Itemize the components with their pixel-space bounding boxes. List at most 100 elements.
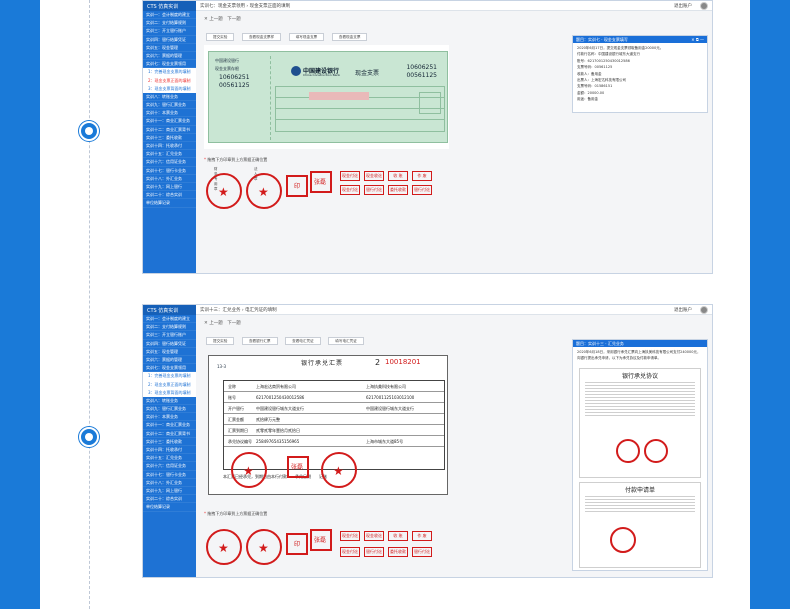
seal-label[interactable]: 收 账 [388, 171, 408, 181]
draft-row-left[interactable]: 贰零贰零年壹拾月贰拾日 [256, 425, 300, 436]
sidebar-item[interactable]: 实训六：票据的管理 [143, 356, 196, 365]
sidebar-subitem[interactable]: 2：现金支票正面的填制 [143, 380, 196, 389]
exit-button[interactable]: 退出账户 [674, 3, 692, 9]
draft-row[interactable]: 全称 上海宏达商贸有限公司 上海执美科技有限公司 [224, 381, 444, 392]
legal-seal-1[interactable]: 印 [286, 175, 308, 197]
tab-view-remit[interactable]: 查看电汇凭证 [285, 337, 321, 345]
sidebar-item[interactable]: 实训十九：网上银行 [143, 183, 196, 192]
sidebar-item[interactable]: 实训五：现金管理 [143, 348, 196, 356]
sidebar-item[interactable]: 实训十一：商业汇票业务 [143, 117, 196, 126]
finance-seal[interactable]: ★ [206, 529, 242, 565]
avatar[interactable] [700, 2, 708, 10]
question-nav[interactable]: ✕ 上一题 下一题 [204, 320, 241, 326]
draft-row-left[interactable]: 6217001250430012586 [256, 392, 304, 403]
sidebar-item[interactable]: 实训十八：外汇业务 [143, 175, 196, 183]
sidebar-item[interactable]: 实训十七：银行卡业务 [143, 167, 196, 175]
finance-seal[interactable]: ★ [231, 452, 267, 488]
seal-label[interactable]: 银行付讫 [412, 185, 432, 195]
tab-submit[interactable]: 提交实验 [206, 33, 235, 41]
draft-row-right[interactable]: 上海执美科技有限公司 [366, 381, 406, 392]
sidebar-item[interactable]: 实训十五：汇兑业务 [143, 150, 196, 159]
sidebar-item[interactable]: 实训九：银行汇票业务 [143, 405, 196, 414]
sidebar-item[interactable]: 实训八：转账业务 [143, 397, 196, 406]
seal-label[interactable]: 银行付讫 [412, 547, 432, 557]
sidebar-item[interactable]: 实训三：开立银行账户 [143, 331, 196, 340]
sidebar-item[interactable]: 实训十六：信用证业务 [143, 462, 196, 471]
sidebar-item[interactable]: 实训七：现金支票领用 [143, 60, 196, 69]
seal-label[interactable]: 委托收款 [388, 185, 408, 195]
sidebar-item[interactable]: 实训十五：汇兑业务 [143, 454, 196, 463]
sidebar-item[interactable]: 实训十三：委托收款 [143, 134, 196, 142]
tab-fill-cheque[interactable]: 填写现金支票 [288, 33, 325, 41]
exit-button[interactable]: 退出账户 [674, 307, 692, 313]
question-nav[interactable]: ✕ 上一题 下一题 [204, 16, 241, 22]
sidebar-item[interactable]: 实训十八：外汇业务 [143, 479, 196, 487]
sidebar-item[interactable]: 实训十三：委托收款 [143, 438, 196, 446]
sidebar-item[interactable]: 实训五：现金管理 [143, 44, 196, 52]
sidebar-item[interactable]: 实训十：本票业务 [143, 109, 196, 118]
sidebar-item[interactable]: 实训六：票据的管理 [143, 52, 196, 61]
seal-label[interactable]: 现金付讫 [340, 547, 360, 557]
sidebar-item[interactable]: 实训九：银行汇票业务 [143, 101, 196, 110]
sidebar-item[interactable]: 实训十一：商业汇票业务 [143, 421, 196, 430]
amount-field[interactable] [309, 92, 369, 100]
sidebar-item[interactable]: 实训十二：商业汇票背书 [143, 430, 196, 438]
sidebar-subitem[interactable]: 3：现金支票背面的填制 [143, 84, 196, 93]
sidebar-item[interactable]: 实训十九：网上银行 [143, 487, 196, 496]
finance-seal[interactable]: ★ [206, 173, 242, 209]
stamp-slot[interactable] [419, 92, 441, 114]
seal-label[interactable]: 作 废 [412, 171, 432, 181]
seal-label[interactable]: 现金付讫 [340, 531, 360, 541]
tab-submit[interactable]: 提交实验 [206, 337, 235, 345]
sidebar-item[interactable]: 实训二十：综合实训 [143, 495, 196, 504]
sidebar-item[interactable]: 实训二十：综合实训 [143, 191, 196, 200]
sidebar-subitem[interactable]: 3：现金支票背面的填制 [143, 388, 196, 397]
bank-seal[interactable]: ★ [321, 452, 357, 488]
company-seal[interactable]: ★ [246, 173, 282, 209]
draft-row-left[interactable]: 上海宏达商贸有限公司 [256, 381, 296, 392]
legal-seal-2[interactable]: 张磊 [310, 529, 332, 551]
sidebar-item[interactable]: 实训十七：银行卡业务 [143, 471, 196, 479]
seal-label[interactable]: 作 废 [412, 531, 432, 541]
draft-row-left[interactable]: 中国建设银行城东大道支行 [256, 403, 304, 414]
sidebar-item[interactable]: 实训二：支付结算规则 [143, 19, 196, 28]
panel-window-buttons[interactable]: ✕ ⧉ — [691, 36, 704, 43]
draft-row-right[interactable]: 上海市城东大道85号 [366, 436, 403, 447]
sidebar-item[interactable]: 实训十四：托收承付 [143, 142, 196, 151]
payment-request-doc[interactable]: 付款申请单 [579, 482, 701, 568]
company-seal[interactable]: ★ [246, 529, 282, 565]
sidebar-item[interactable]: 实训十二：商业汇票背书 [143, 126, 196, 134]
seal-label[interactable]: 现金付讫 [340, 171, 360, 181]
seal-label[interactable]: 委托收款 [388, 547, 408, 557]
seal-label[interactable]: 现金付讫 [340, 185, 360, 195]
seal-label[interactable]: 现金收讫 [364, 531, 384, 541]
avatar[interactable] [700, 306, 708, 314]
tab-view-draft[interactable]: 查看银行汇票 [241, 337, 278, 345]
draft-row[interactable]: 开户银行 中国建设银行城东大道支行 中国建设银行城东大道支行 [224, 403, 444, 414]
draft-row[interactable]: 汇票到期日 贰零贰零年壹拾月贰拾日 [224, 425, 444, 436]
sidebar-item[interactable]: 实训二：支付结算规则 [143, 323, 196, 332]
draft-row-right[interactable]: 中国建设银行城东大道支行 [366, 403, 414, 414]
draft-row[interactable]: 汇票金额 贰拾肆万元整 [224, 414, 444, 425]
tab-fill-remit[interactable]: 填写电汇凭证 [328, 337, 364, 345]
sidebar-item[interactable]: 实训八：转账业务 [143, 93, 196, 102]
sidebar-subitem[interactable]: 2：现金支票正面的填制 [143, 76, 196, 85]
seal-label[interactable]: 收 账 [388, 531, 408, 541]
sidebar-subitem[interactable]: 1：完善现金支票的填制 [143, 68, 196, 77]
sidebar-subitem[interactable]: 1：完善现金支票的填制 [143, 372, 196, 381]
seal-label[interactable]: 银行付讫 [364, 547, 384, 557]
draft-row[interactable]: 承兑协议编号 25849765435156965 上海市城东大道85号 [224, 436, 444, 447]
sidebar-item[interactable]: 实训一：会计制度的建立 [143, 315, 196, 324]
draft-row-left[interactable]: 贰拾肆万元整 [256, 414, 280, 425]
legal-seal-1[interactable]: 印 [286, 533, 308, 555]
draft-row[interactable]: 账号 6217001250430012586 6217001125103012100 [224, 392, 444, 403]
sidebar-item[interactable]: 单位结算记录 [143, 503, 196, 512]
legal-seal-2[interactable]: 张磊 [310, 171, 332, 193]
draft-row-right[interactable]: 6217001125103012100 [366, 392, 414, 403]
sidebar-item[interactable]: 实训十四：托收承付 [143, 446, 196, 455]
sidebar-item[interactable]: 实训十：本票业务 [143, 413, 196, 422]
tab-view-cheque[interactable]: 查看现金支票 [331, 33, 368, 41]
sidebar-item[interactable]: 实训一：会计制度的建立 [143, 11, 196, 20]
draft-row-left[interactable]: 25849765435156965 [256, 436, 299, 447]
sidebar-item[interactable]: 单位结算记录 [143, 199, 196, 208]
